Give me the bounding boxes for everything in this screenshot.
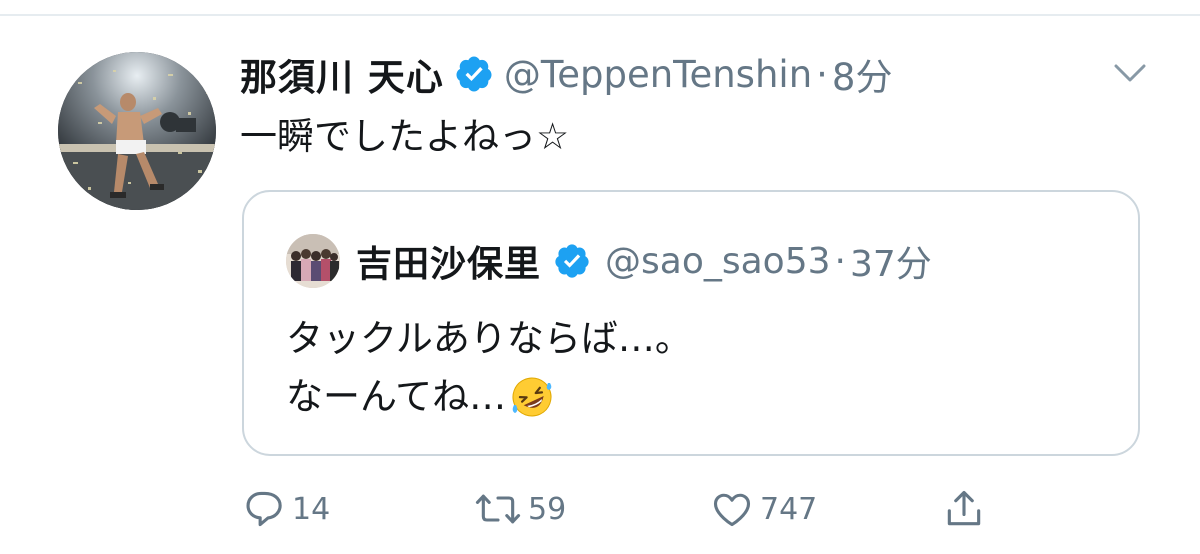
share-icon [947,490,981,526]
tweet-text: 一瞬でしたよねっ☆ [240,115,570,158]
quoted-tweet-text: タックルありならば…。 なーんてね… [286,310,692,426]
rolling-on-the-floor-laughing-emoji-icon [510,375,554,419]
retweet-icon [475,494,521,524]
author-handle[interactable]: @TeppenTenshin [504,53,812,96]
author-avatar[interactable] [58,52,216,210]
author-name[interactable]: 那須川 天心 [240,47,444,101]
quoted-tweet-card[interactable]: 吉田沙保里 @sao_sao53 · 37分 タックルありならば…。 なーんてね… [242,190,1140,456]
tweet-action-bar: 14 59 747 [242,486,1002,532]
quoted-tweet-timestamp: 37分 [849,244,932,285]
retweet-button[interactable]: 59 [474,486,566,532]
quoted-author-handle: @sao_sao53 [605,240,831,282]
reply-count: 14 [292,491,331,527]
tweet-timestamp[interactable]: 8分 [832,47,893,101]
quoted-author-name: 吉田沙保里 [356,244,542,285]
verified-badge-icon [454,54,494,94]
tweet-header: 那須川 天心 @TeppenTenshin · 8分 [240,46,892,102]
reply-button[interactable]: 14 [242,486,330,532]
verified-badge-icon [553,242,591,280]
tweet-page: 那須川 天心 @TeppenTenshin · 8分 一瞬でしたよねっ☆ 吉田沙… [0,0,1200,554]
avatar-photo [58,52,216,210]
reply-icon [246,491,282,527]
quoted-text-line-2: なーんてね… [286,375,507,418]
like-button[interactable]: 747 [710,486,817,532]
like-count: 747 [760,491,818,527]
retweet-count: 59 [528,491,567,527]
quoted-author-avatar [286,234,340,288]
quoted-tweet-header: 吉田沙保里 @sao_sao53 · 37分 [356,232,932,290]
quoted-text-line-2-wrap: なーんてね… [286,368,692,426]
top-divider [0,14,1200,16]
quoted-text-line-1: タックルありならば…。 [286,317,692,360]
like-icon [713,493,751,527]
caret-down-icon[interactable] [1110,56,1150,88]
separator-dot: · [834,240,846,282]
separator-dot: · [816,52,828,96]
share-button[interactable] [942,486,986,532]
